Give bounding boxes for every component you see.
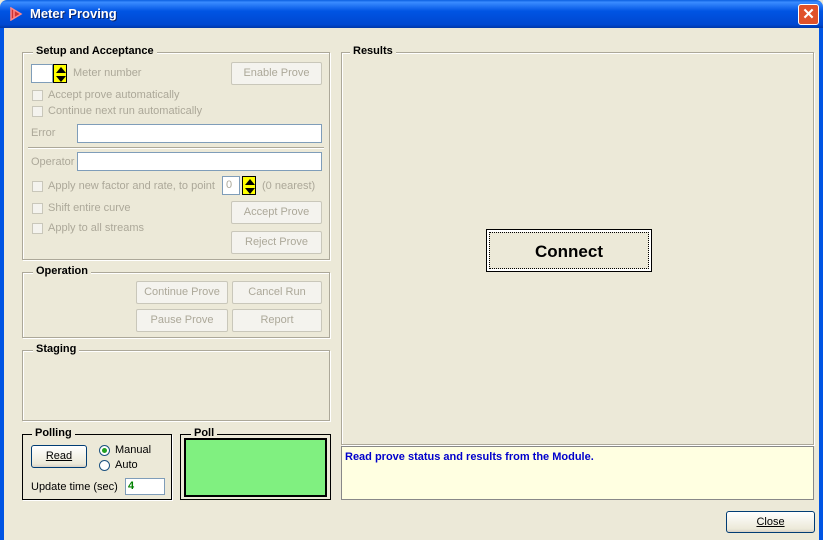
auto-radio[interactable] <box>99 460 110 471</box>
staging-group <box>22 350 330 421</box>
nearest-note: (0 nearest) <box>262 180 316 192</box>
accept-auto-checkbox[interactable] <box>32 90 43 101</box>
apply-factor-checkbox[interactable] <box>32 181 43 192</box>
error-label: Error <box>31 127 56 139</box>
meter-number-spin-icon[interactable] <box>53 64 67 83</box>
results-legend: Results <box>350 45 396 57</box>
manual-radio[interactable] <box>99 445 110 456</box>
app-icon <box>9 6 23 22</box>
connect-label: Connect <box>489 232 649 269</box>
continue-auto-checkbox[interactable] <box>32 106 43 117</box>
auto-label: Auto <box>115 459 138 471</box>
report-button[interactable]: Report <box>232 309 322 332</box>
operator-field[interactable] <box>77 152 322 171</box>
accept-prove-button[interactable]: Accept Prove <box>231 201 322 224</box>
radio-selected-dot <box>102 448 107 453</box>
apply-streams-checkbox[interactable] <box>32 223 43 234</box>
update-time-field[interactable]: 4 <box>125 478 165 495</box>
accept-auto-label: Accept prove automatically <box>48 89 180 101</box>
enable-prove-button[interactable]: Enable Prove <box>231 62 322 85</box>
error-field[interactable] <box>77 124 322 143</box>
apply-factor-label: Apply new factor and rate, to point <box>48 180 215 192</box>
connect-button[interactable]: Connect <box>486 229 652 272</box>
meter-number-label: Meter number <box>73 67 142 79</box>
update-time-label: Update time (sec) <box>31 481 118 493</box>
meter-number-input[interactable] <box>31 64 53 83</box>
title-bar <box>0 0 823 28</box>
polling-legend: Polling <box>32 427 75 439</box>
reject-prove-button[interactable]: Reject Prove <box>231 231 322 254</box>
staging-legend: Staging <box>33 343 80 355</box>
status-message: Read prove status and results from the M… <box>341 446 814 500</box>
apply-streams-label: Apply to all streams <box>48 222 144 234</box>
pause-prove-button[interactable]: Pause Prove <box>136 309 228 332</box>
close-icon[interactable]: ✕ <box>798 4 819 25</box>
operator-label: Operator <box>31 156 75 168</box>
cancel-run-button[interactable]: Cancel Run <box>232 281 322 304</box>
window-title: Meter Proving <box>30 6 117 21</box>
setup-divider <box>28 147 324 149</box>
point-spin-icon[interactable] <box>242 176 256 195</box>
shift-curve-label: Shift entire curve <box>48 202 131 214</box>
operation-legend: Operation <box>33 265 91 277</box>
point-input[interactable]: 0 <box>222 176 240 195</box>
window-frame-right <box>819 28 823 540</box>
manual-label: Manual <box>115 444 152 456</box>
continue-prove-button[interactable]: Continue Prove <box>136 281 228 304</box>
continue-auto-label: Continue next run automatically <box>48 105 203 117</box>
window-frame-left <box>0 28 4 540</box>
setup-legend: Setup and Acceptance <box>33 45 157 57</box>
read-button[interactable]: Read <box>31 445 87 468</box>
close-button-label: Close <box>756 516 785 528</box>
poll-indicator <box>184 438 327 497</box>
shift-curve-checkbox[interactable] <box>32 203 43 214</box>
close-button[interactable]: Close <box>726 511 815 533</box>
